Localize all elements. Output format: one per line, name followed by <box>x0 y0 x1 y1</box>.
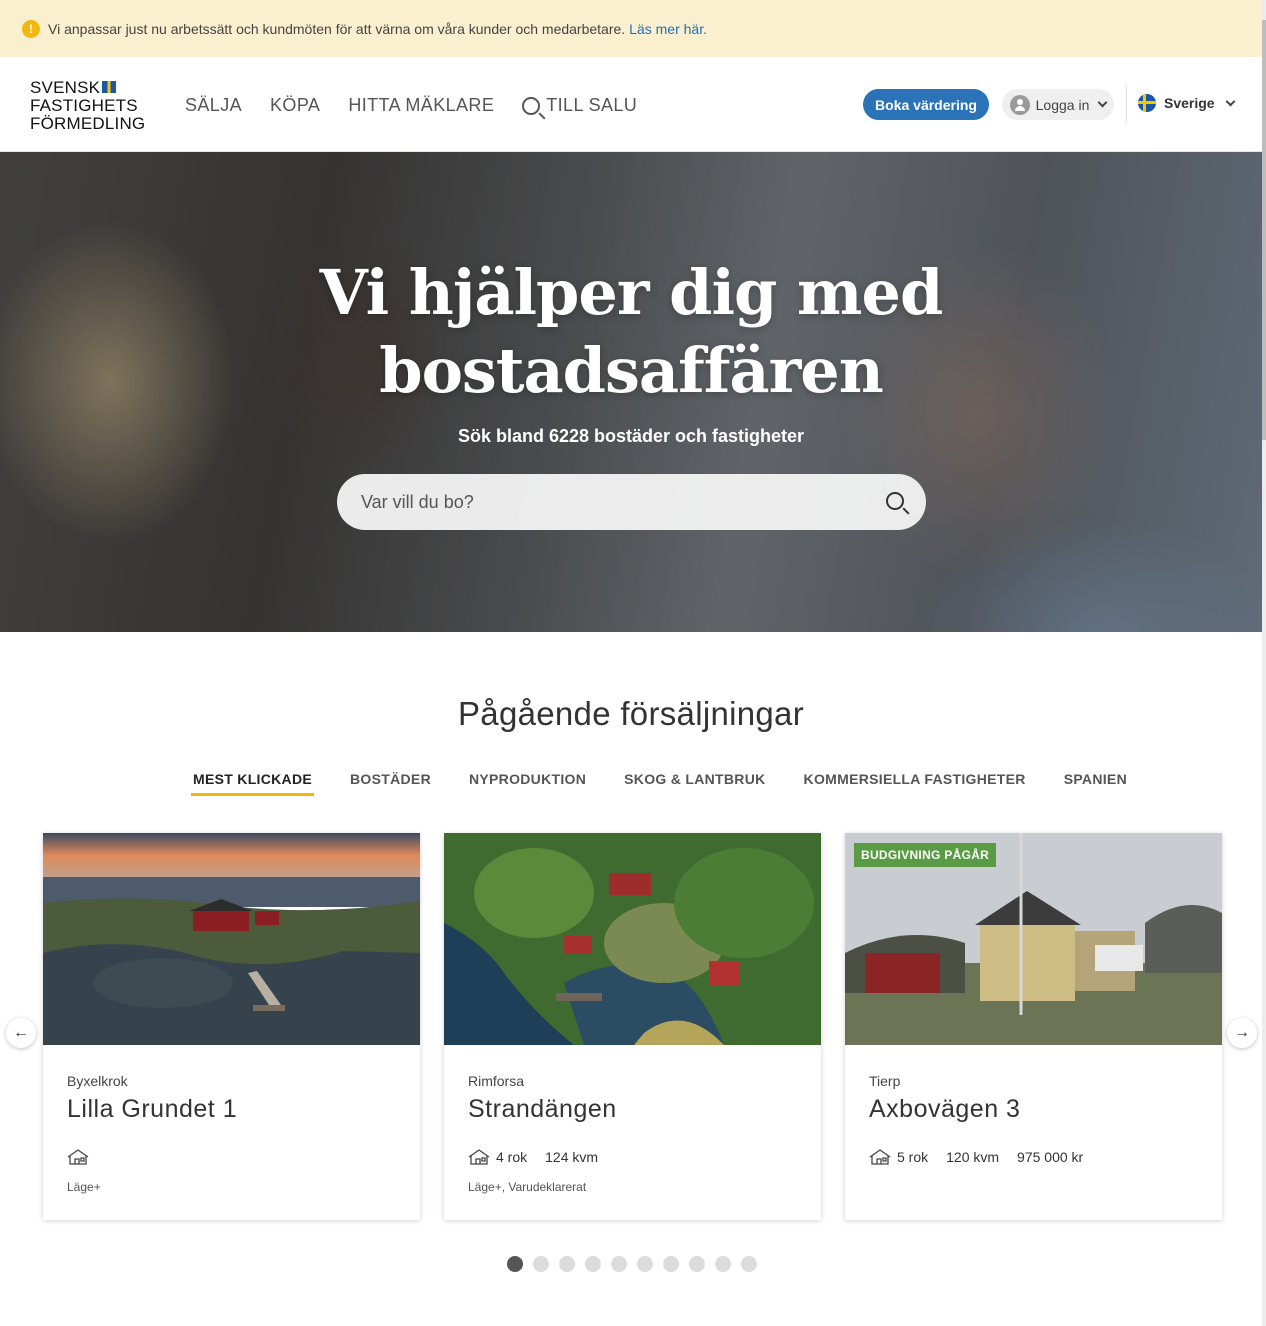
logo-flag-icon <box>102 81 117 93</box>
status-badge: BUDGIVNING PÅGÅR <box>854 843 997 867</box>
user-icon <box>1009 94 1030 115</box>
carousel-dot[interactable] <box>533 1256 549 1272</box>
main-nav: SÄLJA KÖPA HITTA MÄKLARE TILL SALU <box>185 95 637 116</box>
carousel-dot[interactable] <box>611 1256 627 1272</box>
tab-kommersiella[interactable]: KOMMERSIELLA FASTIGHETER <box>802 771 1028 796</box>
carousel-dot[interactable] <box>663 1256 679 1272</box>
listing-area: 124 kvm <box>545 1149 599 1165</box>
search-icon[interactable] <box>886 492 904 510</box>
notice-link[interactable]: Läs mer här. <box>629 21 707 37</box>
listing-card[interactable]: Byxelkrok Lilla Grundet 1 Läge+ <box>43 833 420 1220</box>
listing-facts: 5 rok 120 kvm 975 000 kr <box>869 1149 1083 1165</box>
listing-tabs: MEST KLICKADE BOSTÄDER NYPRODUKTION SKOG… <box>191 771 1129 796</box>
listing-title: Axbovägen 3 <box>869 1095 1021 1123</box>
scrollbar[interactable] <box>1262 0 1266 1326</box>
listing-location: Rimforsa <box>468 1073 525 1089</box>
info-icon: ! <box>22 19 40 38</box>
listing-image <box>43 833 420 1045</box>
listing-title: Lilla Grundet 1 <box>67 1095 238 1123</box>
site-header: SVENSK FASTIGHETS FÖRMEDLING SÄLJA KÖPA … <box>0 57 1262 152</box>
tab-spanien[interactable]: SPANIEN <box>1062 771 1129 796</box>
listing-facts <box>67 1149 89 1165</box>
carousel-prev-arrow[interactable]: ← <box>6 1018 36 1048</box>
logo[interactable]: SVENSK FASTIGHETS FÖRMEDLING <box>30 79 145 133</box>
carousel-dot[interactable] <box>715 1256 731 1272</box>
section-title: Pågående försäljningar <box>457 695 804 732</box>
hero: Vi hjälper dig med bostadsaffären Sök bl… <box>0 152 1262 632</box>
search-icon <box>522 96 541 115</box>
chevron-down-icon <box>1097 97 1108 108</box>
hero-subtitle: Sök bland 6228 bostäder och fastigheter <box>457 426 805 446</box>
carousel-dot[interactable] <box>741 1256 757 1272</box>
listing-title: Strandängen <box>468 1095 617 1123</box>
logo-line-2: FASTIGHETS <box>30 96 138 115</box>
house-icon <box>869 1149 891 1165</box>
listing-location: Tierp <box>869 1073 901 1089</box>
listing-tags: Läge+ <box>67 1180 101 1194</box>
nav-kopa[interactable]: KÖPA <box>270 95 320 116</box>
nav-salja[interactable]: SÄLJA <box>185 95 242 116</box>
header-divider <box>1126 85 1127 123</box>
listing-area: 120 kvm <box>946 1149 1000 1165</box>
boka-vardering-button[interactable]: Boka värdering <box>863 89 989 120</box>
carousel-dot[interactable] <box>585 1256 601 1272</box>
chevron-down-icon <box>1225 96 1236 106</box>
nav-till-salu-label: TILL SALU <box>546 95 638 115</box>
listing-rooms: 4 rok <box>496 1149 528 1165</box>
listing-price: 975 000 kr <box>1017 1149 1084 1165</box>
carousel-dot[interactable] <box>507 1256 523 1272</box>
house-icon <box>468 1149 490 1165</box>
search-input[interactable]: Var vill du bo? <box>337 474 926 530</box>
tab-skog-lantbruk[interactable]: SKOG & LANTBRUK <box>622 771 767 796</box>
tab-nyproduktion[interactable]: NYPRODUKTION <box>467 771 588 796</box>
search-placeholder: Var vill du bo? <box>361 491 474 512</box>
tab-mest-klickade[interactable]: MEST KLICKADE <box>191 771 315 796</box>
hero-title-line-2: bostadsaffären <box>379 334 884 407</box>
listing-card[interactable]: BUDGIVNING PÅGÅR Tierp Axbovägen 3 5 rok… <box>845 833 1222 1220</box>
listing-rooms: 5 rok <box>897 1149 929 1165</box>
carousel-dot[interactable] <box>559 1256 575 1272</box>
country-label: Sverige <box>1164 95 1215 111</box>
sweden-flag-icon <box>1138 94 1156 112</box>
notice-bar: ! Vi anpassar just nu arbetssätt och kun… <box>0 0 1262 57</box>
listing-card[interactable]: Rimforsa Strandängen 4 rok 124 kvm Läge+… <box>444 833 821 1220</box>
carousel-dot[interactable] <box>689 1256 705 1272</box>
hero-title: Vi hjälper dig med bostadsaffären <box>0 254 1262 410</box>
login-button[interactable]: Logga in <box>1002 89 1114 120</box>
login-label: Logga in <box>1035 96 1090 113</box>
notice-text: Vi anpassar just nu arbetssätt och kundm… <box>48 20 626 37</box>
house-icon <box>67 1149 89 1165</box>
nav-till-salu[interactable]: TILL SALU <box>522 95 637 116</box>
carousel-dots <box>507 1256 757 1272</box>
country-selector[interactable]: Sverige <box>1138 94 1236 112</box>
listing-image <box>444 833 821 1045</box>
tab-bostader[interactable]: BOSTÄDER <box>348 771 433 796</box>
carousel-next-arrow[interactable]: → <box>1227 1018 1257 1048</box>
scrollbar-thumb[interactable] <box>1262 20 1266 440</box>
listing-location: Byxelkrok <box>67 1073 128 1089</box>
listing-facts: 4 rok 124 kvm <box>468 1149 598 1165</box>
logo-line-1: SVENSK <box>30 78 101 97</box>
listing-tags: Läge+, Varudeklarerat <box>468 1180 587 1194</box>
nav-hitta-maklare[interactable]: HITTA MÄKLARE <box>348 95 494 116</box>
listing-image: BUDGIVNING PÅGÅR <box>845 833 1222 1045</box>
hero-title-line-1: Vi hjälper dig med <box>319 256 944 329</box>
logo-line-3: FÖRMEDLING <box>30 114 146 133</box>
carousel-dot[interactable] <box>637 1256 653 1272</box>
